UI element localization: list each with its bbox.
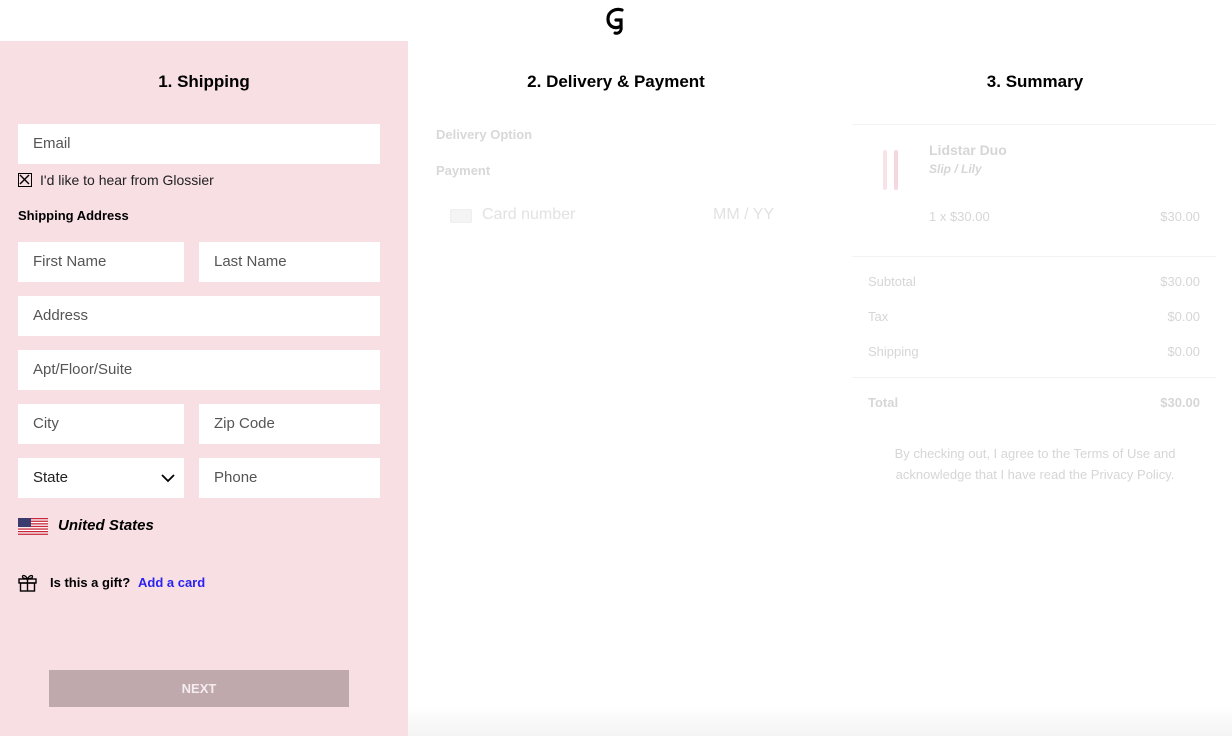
add-card-link[interactable]: Add a card	[138, 575, 205, 590]
terms-text: By checking out, I agree to the Terms of…	[894, 446, 1176, 482]
product-variant: Slip / Lily	[929, 162, 982, 176]
address-input[interactable]	[18, 296, 380, 336]
email-input[interactable]	[18, 124, 380, 164]
shipping-address-heading: Shipping Address	[18, 208, 129, 223]
summary-divider	[852, 124, 1216, 125]
shipping-cost-value: $0.00	[1167, 344, 1200, 359]
next-button[interactable]: NEXT	[49, 670, 349, 707]
zip-code-input[interactable]	[199, 404, 380, 444]
phone-input[interactable]	[199, 458, 380, 498]
total-label: Total	[868, 395, 899, 410]
last-name-input[interactable]	[199, 242, 380, 282]
payment-label: Payment	[436, 163, 491, 178]
chevron-down-icon	[161, 474, 175, 483]
card-expiry-input[interactable]: MM / YY	[713, 206, 774, 224]
product-qty-price: 1 x $30.00	[929, 209, 990, 224]
bottom-fade	[408, 706, 1232, 736]
shipping-cost-label: Shipping	[868, 344, 919, 359]
shipping-title: 1. Shipping	[158, 72, 250, 91]
tax-value: $0.00	[1167, 309, 1200, 324]
newsletter-label: I'd like to hear from Glossier	[40, 172, 214, 188]
subtotal-value: $30.00	[1160, 274, 1200, 289]
delivery-option-label: Delivery Option	[436, 127, 533, 142]
card-number-input[interactable]: Card number	[482, 206, 575, 224]
summary-title: 3. Summary	[986, 72, 1084, 91]
gift-icon	[18, 574, 37, 592]
country-label: United States	[58, 517, 154, 534]
product-image	[883, 150, 898, 190]
state-select[interactable]: State	[18, 458, 184, 498]
state-select-value: State	[33, 469, 69, 486]
total-value: $30.00	[1160, 395, 1200, 410]
first-name-input[interactable]	[18, 242, 184, 282]
subtotal-label: Subtotal	[868, 274, 916, 289]
summary-divider	[852, 377, 1216, 378]
newsletter-checkbox[interactable]	[18, 173, 32, 187]
tax-label: Tax	[868, 309, 889, 324]
gift-question: Is this a gift?	[50, 575, 131, 590]
credit-card-icon	[450, 209, 472, 223]
product-total: $30.00	[1160, 209, 1200, 224]
summary-divider	[852, 256, 1216, 257]
product-name: Lidstar Duo	[929, 142, 1007, 158]
checkbox-x-icon	[19, 174, 30, 185]
glossier-logo-icon[interactable]	[604, 6, 630, 36]
us-flag-icon	[18, 518, 48, 535]
delivery-payment-title: 2. Delivery & Payment	[527, 72, 705, 91]
apt-input[interactable]	[18, 350, 380, 390]
city-input[interactable]	[18, 404, 184, 444]
